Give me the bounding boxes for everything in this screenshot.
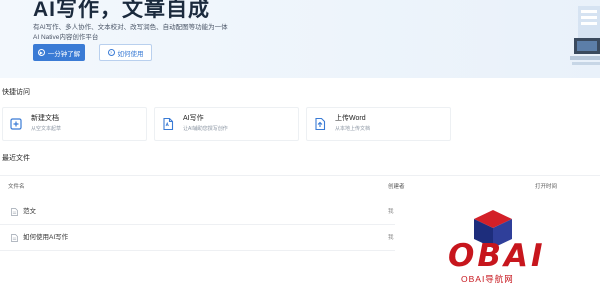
hero-tagline: AI Native内容创作平台: [33, 34, 99, 41]
ai-doc-icon: [163, 117, 174, 131]
upload-word-card[interactable]: 上传Word 从本地上传文档: [306, 107, 451, 141]
card-title: AI写作: [183, 115, 204, 122]
document-icon: [11, 208, 18, 216]
card-title: 新建文档: [31, 115, 59, 122]
quick-access-title: 快捷访问: [2, 89, 30, 96]
recent-files-title: 最近文件: [2, 155, 30, 162]
document-icon: [11, 234, 18, 242]
play-icon: ▶: [37, 49, 45, 56]
how-to-use-button[interactable]: ? 如何使用: [99, 44, 152, 61]
card-desc: 让AI辅助您撰写创作: [183, 126, 228, 132]
column-header-creator[interactable]: 创建者: [388, 184, 405, 191]
hero-subtitle: 有AI写作、多人协作、文本校对、改写润色、自动配图等功能为一体: [33, 24, 228, 31]
how-to-use-label: 如何使用: [117, 50, 144, 58]
ai-writing-card[interactable]: AI写作 让AI辅助您撰写创作: [154, 107, 299, 141]
learn-in-one-minute-button[interactable]: ▶ 一分钟了解: [33, 44, 85, 61]
new-document-card[interactable]: 新建文档 从空文本起草: [2, 107, 147, 141]
card-desc: 从空文本起草: [31, 126, 62, 132]
card-title: 上传Word: [335, 115, 366, 122]
file-creator: 我: [388, 235, 394, 241]
learn-button-label: 一分钟了解: [47, 50, 81, 58]
file-creator: 我: [388, 209, 394, 215]
plus-square-icon: [10, 118, 22, 130]
table-row[interactable]: 范文 我: [0, 199, 395, 225]
column-header-opened[interactable]: 打开时间: [535, 184, 557, 191]
watermark-sub-text: OBAI导航网: [461, 274, 514, 284]
card-desc: 从本地上传文档: [335, 126, 371, 132]
hero-title: AI写作，文章自成: [33, 0, 210, 21]
illustration-icon: [570, 6, 600, 65]
upload-doc-icon: [315, 117, 326, 131]
help-icon: ?: [107, 49, 115, 56]
table-header: 文件名 创建者 打开时间: [0, 175, 600, 195]
table-row[interactable]: 如何使用AI写作 我: [0, 225, 395, 251]
column-header-filename[interactable]: 文件名: [8, 184, 25, 191]
hero-banner: AI写作，文章自成 有AI写作、多人协作、文本校对、改写润色、自动配图等功能为一…: [0, 0, 600, 78]
file-name: 范文: [23, 208, 36, 215]
watermark-logo-text: OBAI: [448, 238, 546, 274]
file-name: 如何使用AI写作: [23, 234, 69, 241]
